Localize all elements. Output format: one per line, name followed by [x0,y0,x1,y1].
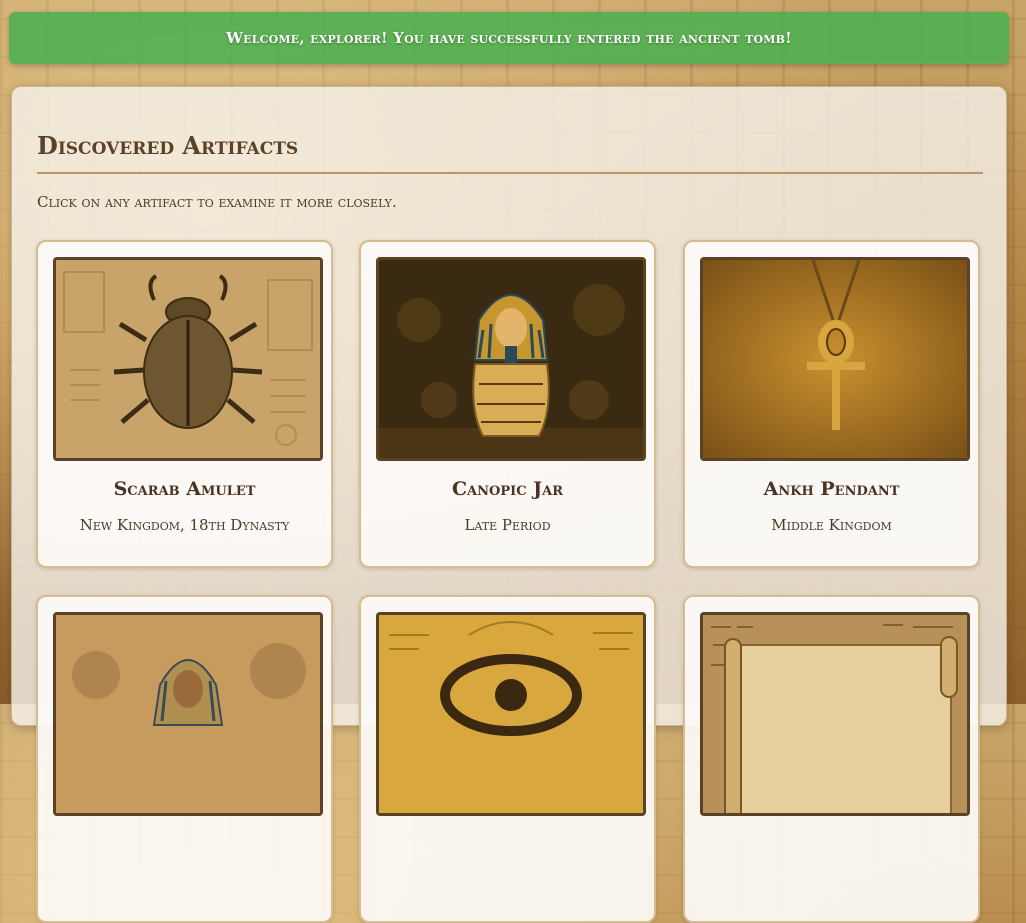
artifact-era: New Kingdom, 18th Dynasty [79,516,290,534]
welcome-banner: Welcome, explorer! You have successfully… [9,12,1009,64]
section-subtitle: Click on any artifact to examine it more… [37,193,397,211]
artifact-era: Late Period [464,516,551,534]
scarab-image[interactable] [53,257,323,461]
artifact-card-eye-of-horus[interactable] [359,595,656,923]
papyrus-scroll-image[interactable] [700,612,970,816]
artifact-card-canopic-jar[interactable]: Canopic Jar Late Period [359,240,656,568]
welcome-message: Welcome, explorer! You have successfully… [226,29,792,47]
artifact-name: Ankh Pendant [763,478,900,500]
pharaoh-statue-image[interactable] [53,612,323,816]
canopic-jar-image[interactable] [376,257,646,461]
artifact-era: Middle Kingdom [771,516,892,534]
artifact-card-ankh[interactable]: Ankh Pendant Middle Kingdom [683,240,980,568]
eye-of-horus-image[interactable] [376,612,646,816]
artifact-name: Scarab Amulet [113,478,256,500]
ankh-image[interactable] [700,257,970,461]
artifact-card-scarab[interactable]: Scarab Amulet New Kingdom, 18th Dynasty [36,240,333,568]
section-title: Discovered Artifacts [37,131,299,160]
artifacts-panel: Discovered Artifacts Click on any artifa… [11,86,1007,923]
title-divider [37,172,983,174]
artifact-card-pharaoh[interactable] [36,595,333,923]
artifact-card-papyrus[interactable] [683,595,980,923]
artifact-name: Canopic Jar [451,478,564,500]
